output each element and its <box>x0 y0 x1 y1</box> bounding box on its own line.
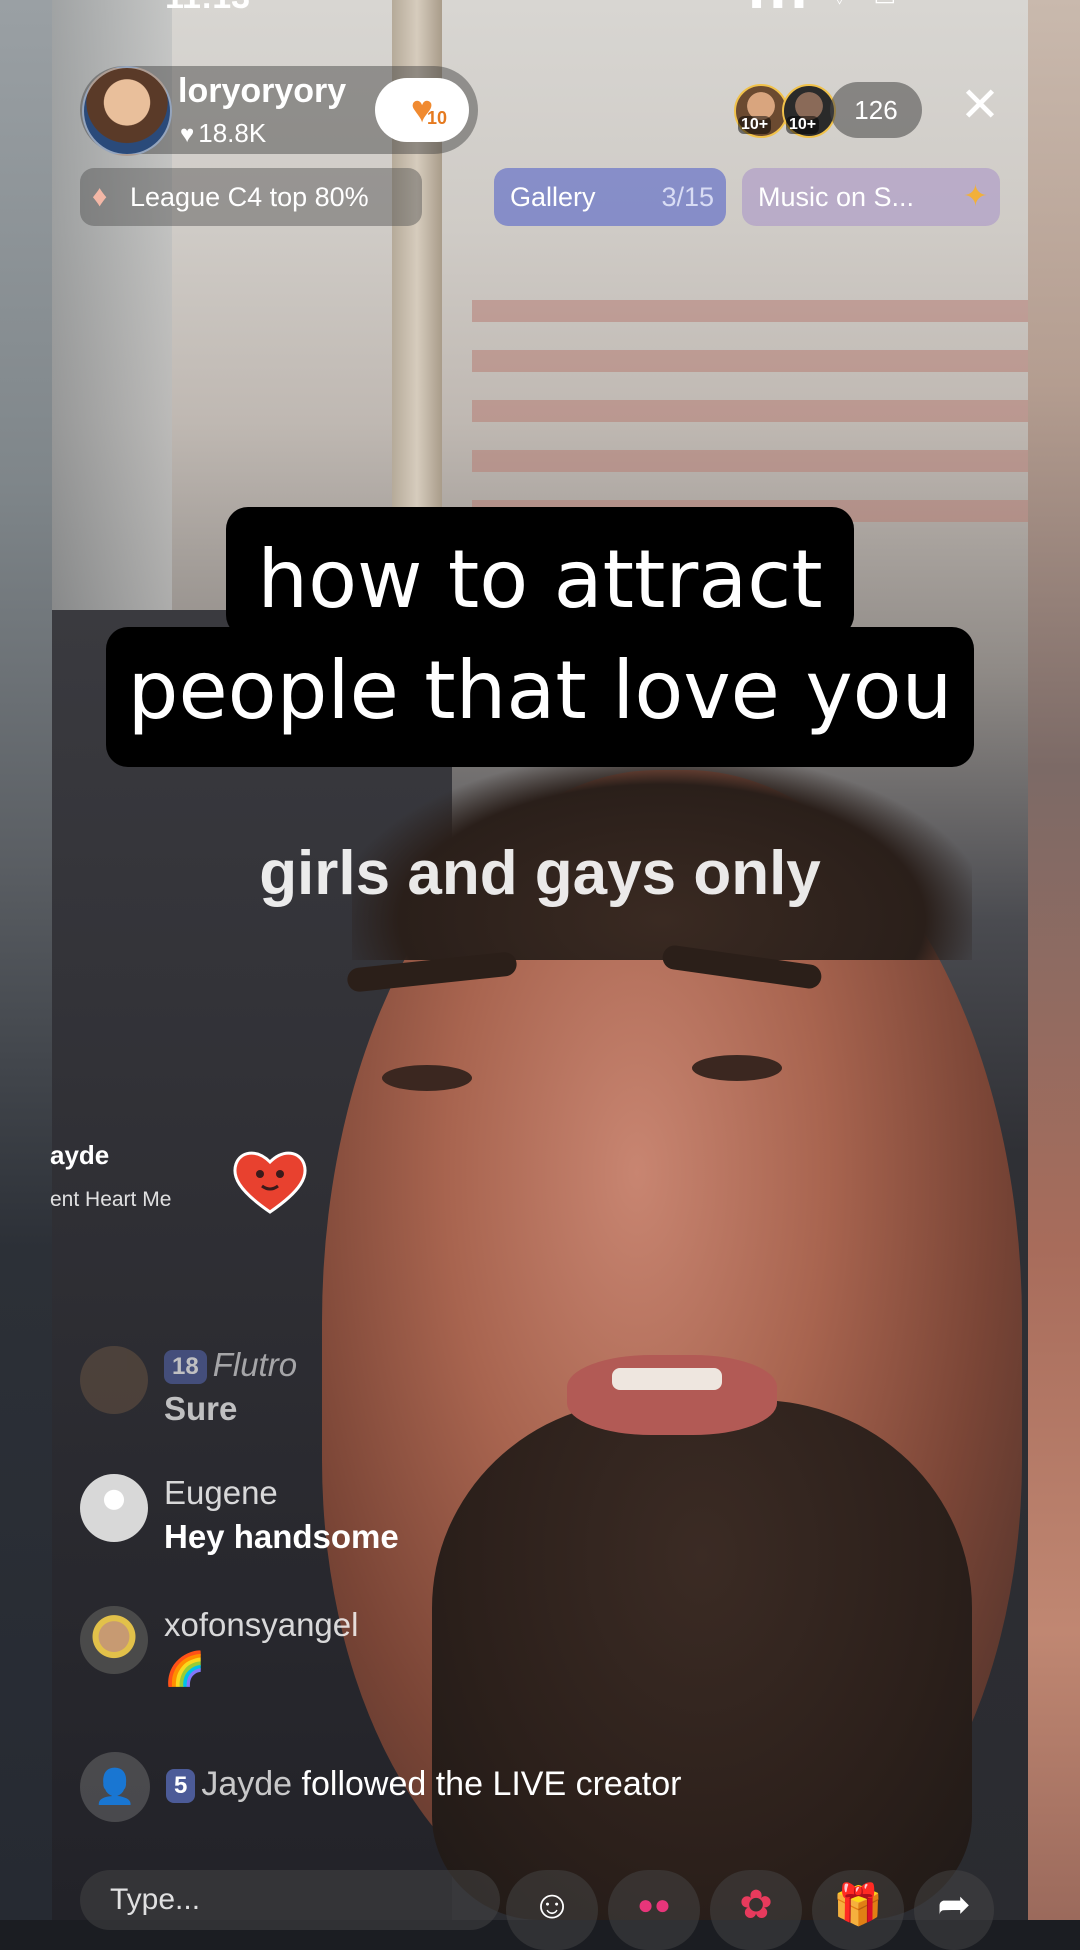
stream-overlay-text: girls and gays only <box>259 839 821 908</box>
comment-text: Hey handsome <box>164 1518 399 1555</box>
blind-stripe <box>472 350 1028 372</box>
status-icons: ▮▮▮ ⌔ ▭ <box>750 0 904 12</box>
follow-event-text: 5 Jayde followed the LIVE creator <box>166 1765 681 1804</box>
magic-wand-icon: ✦ <box>962 180 988 213</box>
chat-comment[interactable]: 18 Flutro Sure <box>80 1346 480 1436</box>
commenter-avatar[interactable] <box>80 1346 148 1414</box>
emoji-icon[interactable]: ☺ <box>506 1870 598 1950</box>
comment-text: 🌈 <box>164 1650 206 1687</box>
caption-line-1: how to attract <box>226 507 854 637</box>
blurred-left-border <box>0 0 52 1920</box>
close-icon[interactable]: ✕ <box>955 82 1005 132</box>
gift-icon[interactable]: 🎁 <box>812 1870 904 1950</box>
blind-stripe <box>472 300 1028 322</box>
heart-icon: ♥ <box>180 121 195 148</box>
gallery-label: Gallery <box>510 182 596 212</box>
follower-name[interactable]: Jayde <box>201 1765 292 1803</box>
gift-name: ent Heart Me <box>50 1188 172 1211</box>
beard <box>432 1400 972 1920</box>
gallery-count: 3/15 <box>661 182 714 212</box>
league-label: League C4 top 80% <box>130 182 369 212</box>
blurred-right-border <box>1028 0 1080 1920</box>
blind-stripe <box>472 450 1028 472</box>
status-bar: 11:13 ▮▮▮ ⌔ ▭ <box>0 0 1080 17</box>
teeth <box>612 1368 722 1390</box>
fan-club-level: 10 <box>427 108 448 128</box>
commenter-name: xofonsyangel <box>164 1606 359 1643</box>
host-avatar[interactable] <box>82 66 172 156</box>
gem-icon: ♦ <box>92 180 108 213</box>
follow-button[interactable]: ♥ 10 <box>375 78 469 142</box>
right-eye <box>692 1055 782 1081</box>
top-viewer-badge: 10+ <box>738 116 772 134</box>
commenter-avatar[interactable] <box>80 1474 148 1542</box>
status-time: 11:13 <box>165 0 250 17</box>
comment-input[interactable]: Type... <box>80 1870 500 1930</box>
likes-count: 18.8K <box>198 118 267 148</box>
level-badge: 5 <box>166 1769 196 1804</box>
music-chip[interactable]: Music on S... ✦ <box>742 168 1000 226</box>
host-name[interactable]: loryoryory <box>178 72 346 111</box>
gallery-chip[interactable]: Gallery 3/15 <box>494 168 726 226</box>
blind-stripe <box>472 400 1028 422</box>
multi-guest-icon[interactable]: ●● <box>608 1870 700 1950</box>
commenter-avatar[interactable] <box>80 1606 148 1674</box>
comment-text: Sure <box>164 1390 238 1427</box>
share-icon[interactable]: ➦ <box>914 1870 994 1950</box>
viewer-count[interactable]: 126 <box>830 82 922 138</box>
music-label: Music on S... <box>758 182 915 212</box>
league-chip[interactable]: ♦ League C4 top 80% <box>80 168 422 226</box>
chat-comment[interactable]: Eugene Hey handsome <box>80 1474 480 1564</box>
top-viewer-badge: 10+ <box>786 116 820 134</box>
gift-sender-name: ayde <box>50 1140 110 1170</box>
host-likes: ♥ 18.8K <box>180 118 266 149</box>
caption-line-2: people that love you <box>106 627 974 767</box>
follow-user-icon[interactable]: 👤 <box>80 1752 150 1822</box>
commenter-name: 18 Flutro <box>164 1346 298 1385</box>
left-eye <box>382 1065 472 1091</box>
heart-me-gift-icon <box>233 1151 307 1214</box>
follow-event-message: followed the LIVE creator <box>301 1765 682 1803</box>
mouth <box>567 1355 777 1435</box>
level-badge: 18 <box>164 1350 207 1385</box>
commenter-name: Eugene <box>164 1474 278 1511</box>
commenter-name-text: Flutro <box>212 1346 298 1383</box>
chat-comment[interactable]: xofonsyangel 🌈 <box>80 1606 480 1706</box>
rose-gift-icon[interactable]: ✿ <box>710 1870 802 1950</box>
